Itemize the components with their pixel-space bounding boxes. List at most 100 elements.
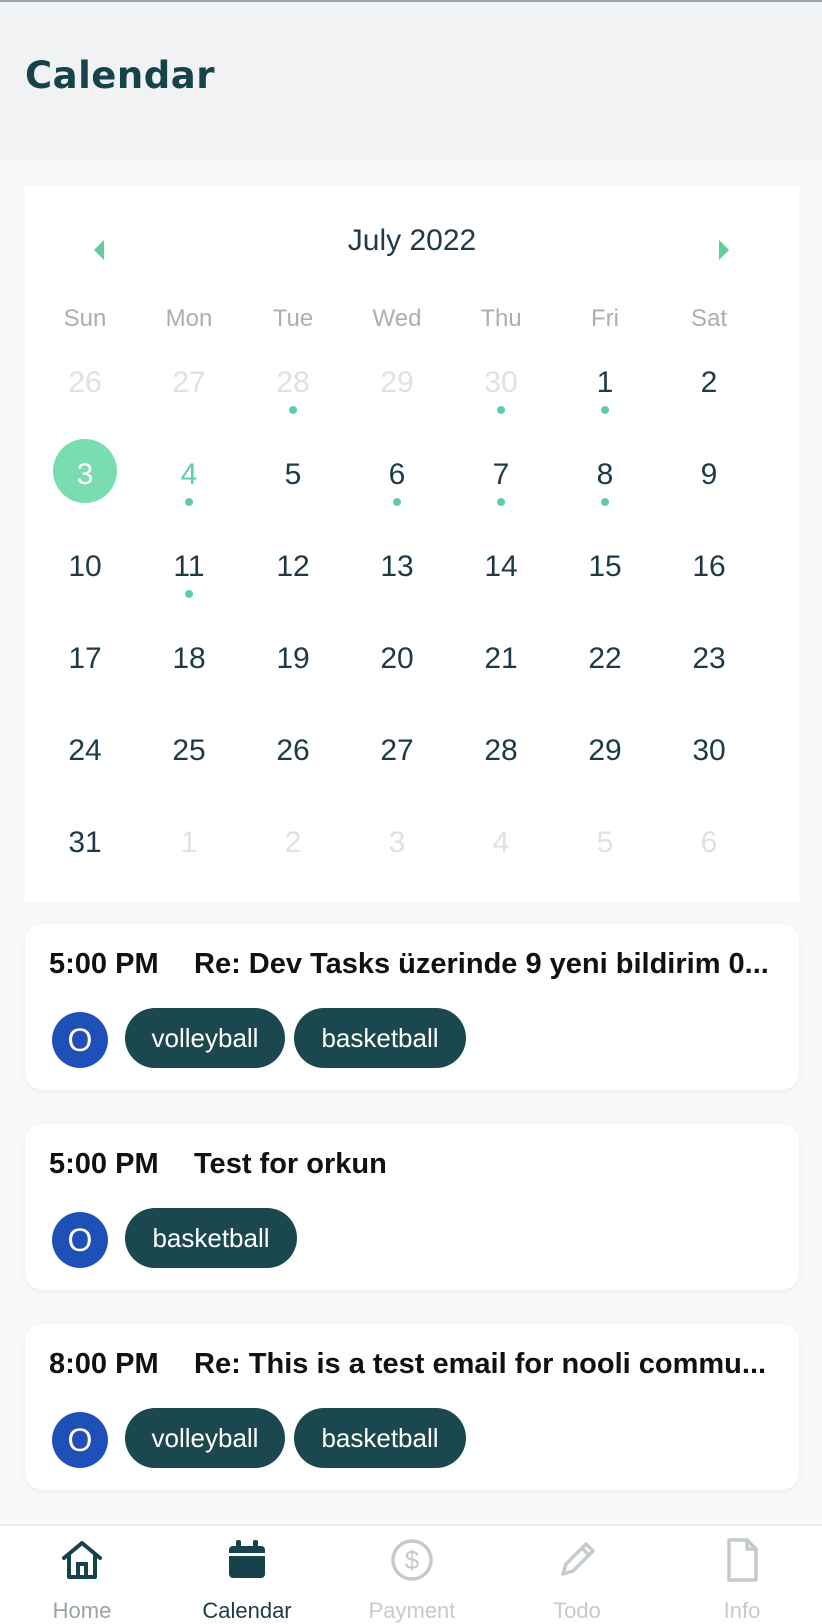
calendar-day[interactable]: 13 [343, 528, 451, 620]
calendar-day[interactable]: 28 [239, 344, 347, 436]
day-number: 6 [388, 458, 406, 491]
event-title: Test for orkun [194, 1148, 387, 1180]
calendar-day[interactable]: 6 [343, 436, 451, 528]
calendar-day[interactable]: 31 [31, 804, 139, 896]
event-dot [601, 498, 609, 506]
calendar-day[interactable]: 4 [447, 804, 555, 896]
day-number: 6 [700, 826, 718, 859]
tag-chip[interactable]: basketball [294, 1408, 466, 1468]
nav-item-info[interactable]: Info [660, 1526, 822, 1624]
calendar-day[interactable]: 27 [343, 712, 451, 804]
day-number: 27 [172, 366, 206, 399]
tag-chip[interactable]: volleyball [125, 1408, 285, 1468]
nav-item-home[interactable]: Home [0, 1526, 164, 1624]
calendar-day[interactable]: 5 [551, 804, 659, 896]
calendar-day[interactable]: 25 [135, 712, 243, 804]
calendar-day[interactable]: 4 [135, 436, 243, 528]
calendar-day[interactable]: 28 [447, 712, 555, 804]
chevron-right-icon [719, 240, 729, 260]
svg-text:$: $ [405, 1545, 420, 1575]
calendar-day[interactable]: 3 [343, 804, 451, 896]
day-number: 17 [68, 642, 102, 675]
selected-day[interactable]: 3 [31, 436, 139, 528]
calendar-day[interactable]: 24 [31, 712, 139, 804]
day-number: 15 [588, 550, 622, 583]
avatar: O [52, 1012, 108, 1068]
calendar-day[interactable]: 7 [447, 436, 555, 528]
weekday-label: Mon [165, 305, 213, 332]
dollar-icon: $ [388, 1536, 436, 1584]
calendar-day[interactable]: 20 [343, 620, 451, 712]
calendar-day[interactable]: 18 [135, 620, 243, 712]
nav-label: Todo [553, 1598, 601, 1623]
day-number: 7 [492, 458, 510, 491]
calendar-day[interactable]: 16 [655, 528, 763, 620]
event-card[interactable]: 5:00 PM Re: Dev Tasks üzerinde 9 yeni bil… [25, 924, 799, 1090]
calendar-day[interactable]: 2 [655, 344, 763, 436]
day-number: 3 [388, 826, 406, 859]
calendar-day[interactable]: 17 [31, 620, 139, 712]
event-card[interactable]: 5:00 PM Test for orkun Obasketball [25, 1124, 799, 1290]
day-number: 23 [692, 642, 726, 675]
document-icon [718, 1536, 766, 1584]
calendar-day[interactable]: 11 [135, 528, 243, 620]
day-number: 29 [380, 366, 414, 399]
day-number: 26 [276, 734, 310, 767]
avatar: O [52, 1412, 108, 1468]
day-number: 5 [596, 826, 614, 859]
page-title: Calendar [25, 54, 215, 97]
calendar-day[interactable]: 21 [447, 620, 555, 712]
nav-item-calendar[interactable]: Calendar [165, 1526, 329, 1624]
calendar-day[interactable]: 29 [343, 344, 451, 436]
calendar-day[interactable]: 6 [655, 804, 763, 896]
calendar-day[interactable]: 30 [655, 712, 763, 804]
event-time: 5:00 PM [49, 948, 159, 980]
day-number: 10 [68, 550, 102, 583]
day-number: 1 [180, 826, 198, 859]
day-number: 12 [276, 550, 310, 583]
calendar-day[interactable]: 27 [135, 344, 243, 436]
calendar-day[interactable]: 8 [551, 436, 659, 528]
nav-label: Calendar [202, 1598, 292, 1623]
nav-item-payment[interactable]: $ Payment [330, 1526, 494, 1624]
calendar-day[interactable]: 1 [551, 344, 659, 436]
calendar-day[interactable]: 26 [31, 344, 139, 436]
calendar-day[interactable]: 5 [239, 436, 347, 528]
calendar-day[interactable]: 15 [551, 528, 659, 620]
calendar-day[interactable]: 19 [239, 620, 347, 712]
calendar-day[interactable]: 1 [135, 804, 243, 896]
calendar-day[interactable]: 29 [551, 712, 659, 804]
calendar-day[interactable]: 30 [447, 344, 555, 436]
nav-item-todo[interactable]: Todo [495, 1526, 659, 1624]
pencil-icon [553, 1536, 601, 1584]
app-header: Calendar [0, 2, 822, 160]
calendar-day[interactable]: 9 [655, 436, 763, 528]
tag-chip[interactable]: basketball [125, 1208, 297, 1268]
tag-chip[interactable]: basketball [294, 1008, 466, 1068]
event-dot [497, 498, 505, 506]
day-number: 9 [700, 458, 718, 491]
calendar-day[interactable]: 22 [551, 620, 659, 712]
calendar-day[interactable]: 14 [447, 528, 555, 620]
day-number: 2 [284, 826, 302, 859]
day-number: 8 [596, 458, 614, 491]
event-time: 8:00 PM [49, 1348, 159, 1380]
event-card[interactable]: 8:00 PM Re: This is a test email for nool… [25, 1324, 799, 1490]
calendar-day[interactable]: 12 [239, 528, 347, 620]
weekday-label: Thu [480, 305, 522, 332]
day-number: 25 [172, 734, 206, 767]
day-number: 19 [276, 642, 310, 675]
calendar-day[interactable]: 23 [655, 620, 763, 712]
bottom-nav: Home Calendar $ Payment Todo Info [0, 1524, 822, 1624]
weekday-label: Sun [63, 305, 107, 332]
weekday-label: Wed [372, 305, 422, 332]
calendar-icon [223, 1536, 271, 1584]
calendar-day[interactable]: 2 [239, 804, 347, 896]
calendar-card: July 2022 Sun Mon Tue Wed Thu Fri Sat 26 27 28 29… [25, 186, 799, 902]
calendar-day[interactable]: 10 [31, 528, 139, 620]
event-dot [497, 406, 505, 414]
tag-chip[interactable]: volleyball [125, 1008, 285, 1068]
event-time: 5:00 PM [49, 1148, 159, 1180]
next-month-button[interactable] [704, 230, 744, 270]
calendar-day[interactable]: 26 [239, 712, 347, 804]
